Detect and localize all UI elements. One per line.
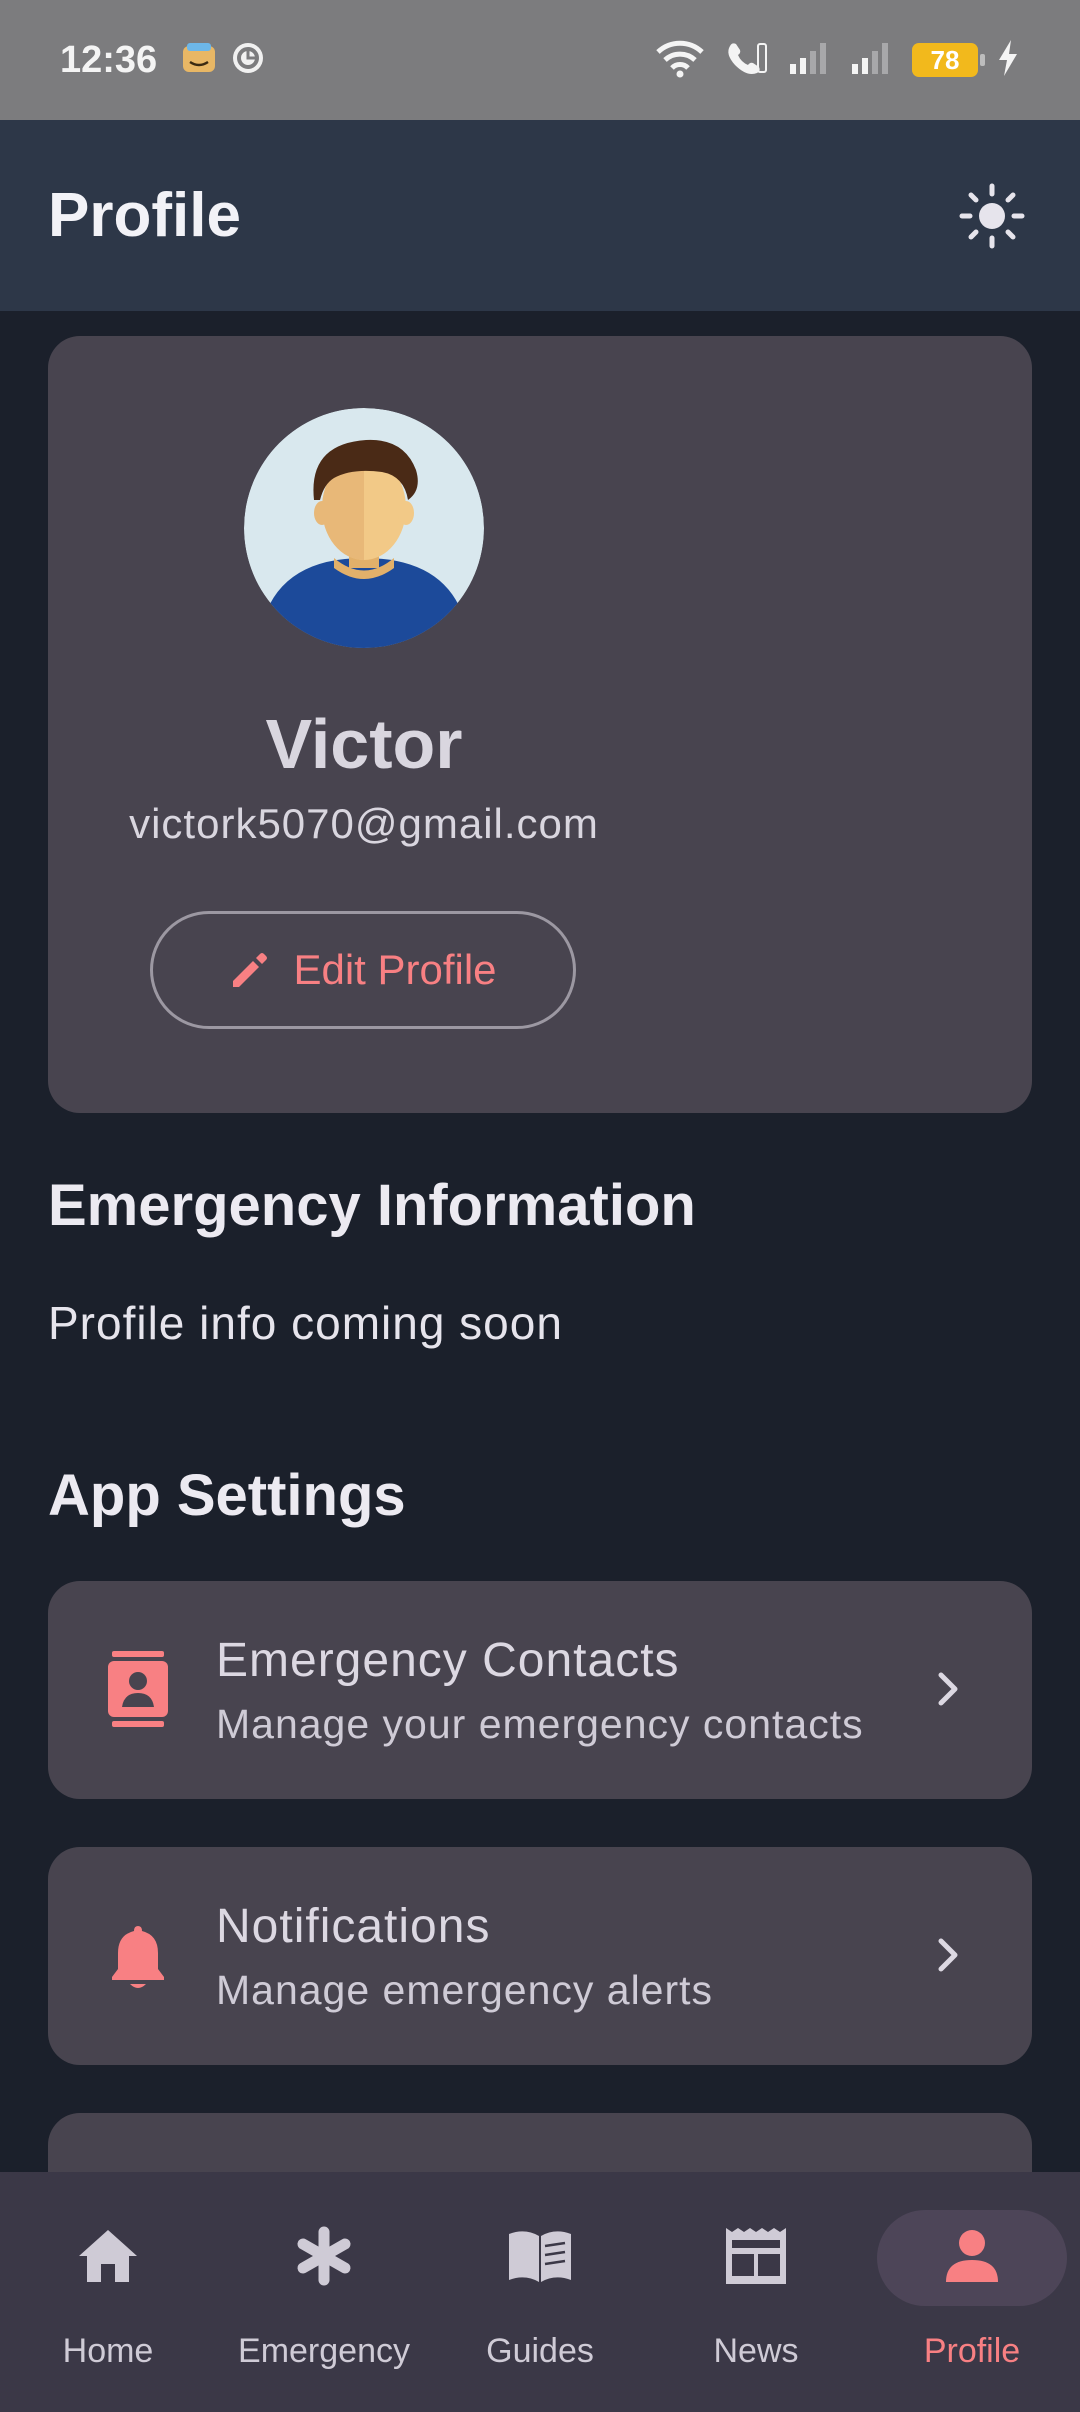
edit-profile-label: Edit Profile (293, 946, 497, 993)
bell-icon (100, 1917, 176, 1993)
nav-label: Guides (486, 2332, 594, 2370)
profile-name: Victor (265, 705, 463, 783)
nav-label: News (713, 2332, 799, 2370)
profile-card: Victor victork5070@gmail.com Edit Profil… (48, 336, 1032, 1113)
nav-item-profile[interactable]: Profile (864, 2172, 1080, 2412)
wifi-icon (654, 38, 706, 83)
chevron-right-icon (938, 1672, 958, 1706)
app-bar: Profile (0, 120, 1080, 311)
status-right-icons: 78 (654, 38, 1020, 83)
setting-title: Notifications (216, 1900, 491, 1953)
nav-item-news[interactable]: News (648, 2172, 864, 2412)
edit-profile-button[interactable]: Edit Profile (150, 911, 576, 1029)
screen: 12:36 78 Profile Victor victork5070@gmai… (0, 0, 1080, 2412)
newspaper-icon (720, 2220, 792, 2292)
profile-email: victork5070@gmail.com (129, 800, 599, 847)
person-icon (936, 2220, 1008, 2292)
app-notification-icon (231, 41, 265, 80)
theme-toggle-button[interactable] (952, 176, 1032, 256)
bottom-navigation: Home Emergency Guides News Profile (0, 2172, 1080, 2412)
setting-subtitle: Manage your emergency contacts (216, 1701, 864, 1747)
nav-item-emergency[interactable]: Emergency (216, 2172, 432, 2412)
asterisk-icon (288, 2220, 360, 2292)
emergency-info-text: Profile info coming soon (48, 1297, 563, 1349)
setting-title: Emergency Contacts (216, 1634, 680, 1687)
home-icon (72, 2220, 144, 2292)
book-icon (504, 2220, 576, 2292)
nav-label: Profile (923, 2332, 1021, 2370)
status-left-icons (181, 40, 265, 81)
pencil-icon (233, 953, 268, 987)
nav-label: Emergency (238, 2332, 410, 2370)
package-notification-icon (181, 40, 217, 81)
nav-label: Home (62, 2332, 154, 2370)
setting-subtitle: Manage emergency alerts (216, 1967, 714, 2013)
chevron-right-icon (938, 1938, 958, 1972)
nav-item-home[interactable]: Home (0, 2172, 216, 2412)
setting-item-notifications[interactable]: Notifications Manage emergency alerts (48, 1847, 1032, 2065)
app-settings-heading: App Settings (48, 1463, 406, 1528)
contacts-icon (100, 1651, 176, 1727)
avatar[interactable] (244, 408, 484, 648)
wifi-calling-icon (724, 38, 770, 83)
signal-strength-2-icon (850, 40, 894, 81)
status-bar: 12:36 78 (0, 0, 1080, 120)
signal-strength-1-icon (788, 40, 832, 81)
charging-icon (996, 38, 1020, 83)
sun-icon (959, 183, 1025, 248)
setting-item-emergency-contacts[interactable]: Emergency Contacts Manage your emergency… (48, 1581, 1032, 1799)
emergency-info-heading: Emergency Information (48, 1173, 696, 1238)
status-time: 12:36 (60, 38, 158, 81)
battery-indicator: 78 (912, 43, 985, 77)
nav-item-guides[interactable]: Guides (432, 2172, 648, 2412)
page-title: Profile (48, 181, 241, 250)
